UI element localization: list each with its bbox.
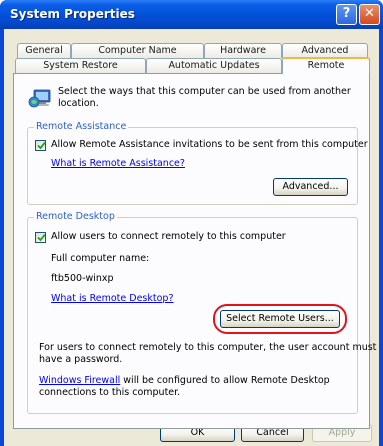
remote-desktop-checkbox-label[interactable]: Allow users to connect remotely to this … [51, 231, 286, 242]
firewall-note-line2: connections to this computer. [39, 387, 181, 398]
tab-label: Hardware [220, 45, 266, 56]
tab-label: Advanced [301, 45, 349, 56]
tab-label: Computer Name [98, 45, 177, 56]
title-bar[interactable]: System Properties ? ✕ [0, 0, 383, 29]
remote-desktop-group: Remote Desktop Allow users to connect re… [27, 211, 376, 414]
intro-text-line2: location. [58, 98, 99, 109]
full-computer-name-label: Full computer name: [51, 253, 150, 264]
what-is-remote-desktop-link[interactable]: What is Remote Desktop? [51, 293, 173, 304]
help-icon: ? [342, 6, 351, 21]
system-properties-window: System Properties ? ✕ General Computer N… [0, 0, 383, 446]
help-button[interactable]: ? [336, 4, 357, 25]
tab-automatic-updates[interactable]: Automatic Updates [146, 58, 282, 73]
windows-firewall-link[interactable]: Windows Firewall [39, 375, 120, 386]
remote-assistance-checkbox[interactable] [35, 140, 46, 151]
tab-label: System Restore [43, 60, 118, 71]
remote-tab-panel: Select the ways that this computer can b… [13, 73, 376, 429]
firewall-note-rest: will be configured to allow Remote Deskt… [120, 375, 330, 386]
remote-desktop-title: Remote Desktop [34, 211, 117, 222]
tab-remote[interactable]: Remote [282, 57, 370, 74]
remote-assistance-group: Remote Assistance Allow Remote Assistanc… [27, 121, 368, 205]
select-remote-users-button[interactable]: Select Remote Users... [220, 310, 340, 328]
password-note-line2: have a password. [39, 354, 123, 365]
tab-hardware[interactable]: Hardware [204, 43, 282, 58]
remote-assistance-checkbox-label[interactable]: Allow Remote Assistance invitations to b… [51, 139, 368, 150]
password-note-line1: For users to connect remotely to this co… [39, 342, 377, 353]
advanced-button[interactable]: Advanced... [273, 178, 348, 196]
tab-general[interactable]: General [17, 43, 71, 58]
close-button[interactable]: ✕ [359, 4, 380, 25]
checkmark-icon [37, 141, 46, 150]
tab-system-restore[interactable]: System Restore [15, 58, 146, 73]
computer-name-value: ftb500-winxp [51, 273, 114, 284]
tab-advanced[interactable]: Advanced [282, 43, 368, 58]
intro-text-line1: Select the ways that this computer can b… [58, 86, 351, 97]
tab-label: Remote [307, 60, 345, 71]
tab-label: Automatic Updates [168, 60, 260, 71]
firewall-note-line1: Windows Firewall will be configured to a… [39, 375, 330, 386]
remote-assistance-title: Remote Assistance [34, 121, 129, 132]
computer-remote-icon [28, 87, 52, 111]
what-is-remote-assistance-link[interactable]: What is Remote Assistance? [51, 158, 185, 169]
tab-label: General [25, 45, 63, 56]
close-icon: ✕ [364, 6, 375, 21]
checkmark-icon [37, 233, 46, 242]
dialog-client-area: General Computer Name Hardware Advanced … [4, 29, 379, 446]
remote-desktop-checkbox[interactable] [35, 232, 46, 243]
window-title: System Properties [10, 7, 135, 21]
tab-computer-name[interactable]: Computer Name [71, 43, 204, 58]
